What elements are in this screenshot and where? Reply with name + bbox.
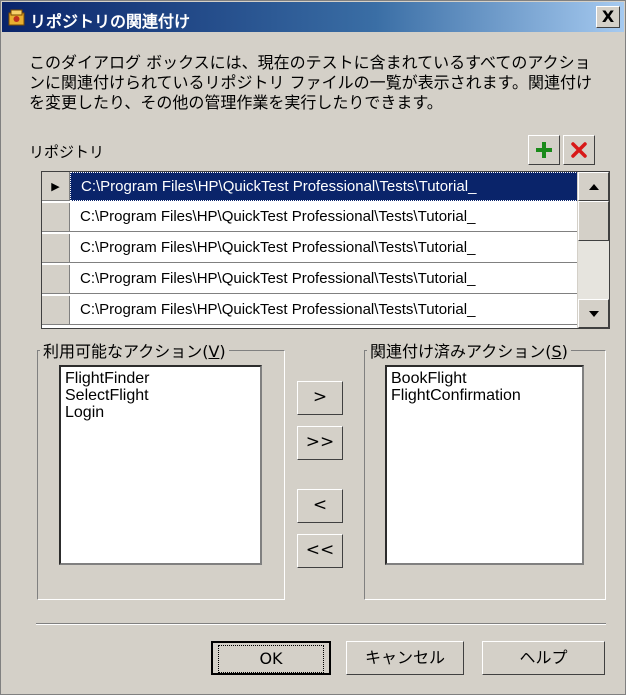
plus-icon [536,142,552,158]
repository-row[interactable]: C:\Program Files\HP\QuickTest Profession… [42,203,578,232]
remove-repository-button[interactable] [563,135,595,165]
repository-path[interactable]: C:\Program Files\HP\QuickTest Profession… [70,203,578,232]
help-button[interactable]: ヘルプ [482,641,605,675]
repository-row[interactable]: C:\Program Files\HP\QuickTest Profession… [42,265,578,294]
repository-row[interactable]: C:\Program Files\HP\QuickTest Profession… [42,234,578,263]
add-all-actions-button[interactable]: >> [297,426,343,460]
scroll-down-button[interactable] [578,299,609,328]
remove-action-button[interactable]: < [297,489,343,523]
repository-icon [8,9,25,26]
list-item[interactable]: Login [65,404,256,421]
row-pointer-icon: ▶ [42,172,70,201]
add-repository-button[interactable] [528,135,560,165]
list-item[interactable]: BookFlight [391,370,578,387]
delete-icon [571,142,587,158]
associated-actions-list[interactable]: BookFlight FlightConfirmation [385,365,584,565]
ok-label: OK [218,645,324,673]
row-header [42,265,70,294]
associated-actions-legend: 関連付け済みアクション(S) [370,342,568,361]
cancel-button[interactable]: キャンセル [346,641,464,675]
add-action-button[interactable]: > [297,381,343,415]
repository-path[interactable]: C:\Program Files\HP\QuickTest Profession… [70,265,578,294]
ok-button[interactable]: OK [211,641,331,675]
separator [36,623,606,625]
list-item[interactable]: SelectFlight [65,387,256,404]
repository-path[interactable]: C:\Program Files\HP\QuickTest Profession… [70,172,578,201]
title-bar[interactable]: リポジトリの関連付け X [2,2,624,32]
dialog-window: リポジトリの関連付け X このダイアログ ボックスには、現在のテストに含まれてい… [0,0,626,695]
arrow-up-icon [588,184,599,190]
list-item[interactable]: FlightConfirmation [391,387,578,404]
close-button[interactable]: X [596,6,620,28]
window-title: リポジトリの関連付け [30,12,191,31]
close-icon: X [601,7,615,26]
repository-path[interactable]: C:\Program Files\HP\QuickTest Profession… [70,234,578,263]
row-header [42,296,70,325]
available-actions-legend: 利用可能なアクション(V) [43,342,226,361]
available-actions-list[interactable]: FlightFinder SelectFlight Login [59,365,262,565]
row-header [42,234,70,263]
remove-all-actions-button[interactable]: << [297,534,343,568]
repository-grid[interactable]: ▶ C:\Program Files\HP\QuickTest Professi… [41,171,610,329]
scroll-thumb[interactable] [578,201,609,241]
vertical-scrollbar[interactable] [577,172,609,328]
scroll-up-button[interactable] [578,172,609,201]
repository-label: リポジトリ [29,143,105,161]
description-text: このダイアログ ボックスには、現在のテストに含まれているすべてのアクションに関連… [29,53,593,112]
repository-row[interactable]: C:\Program Files\HP\QuickTest Profession… [42,296,578,325]
row-header [42,203,70,232]
arrow-down-icon [588,311,599,317]
repository-path[interactable]: C:\Program Files\HP\QuickTest Profession… [70,296,578,325]
repository-row[interactable]: ▶ C:\Program Files\HP\QuickTest Professi… [42,172,578,201]
list-item[interactable]: FlightFinder [65,370,256,387]
